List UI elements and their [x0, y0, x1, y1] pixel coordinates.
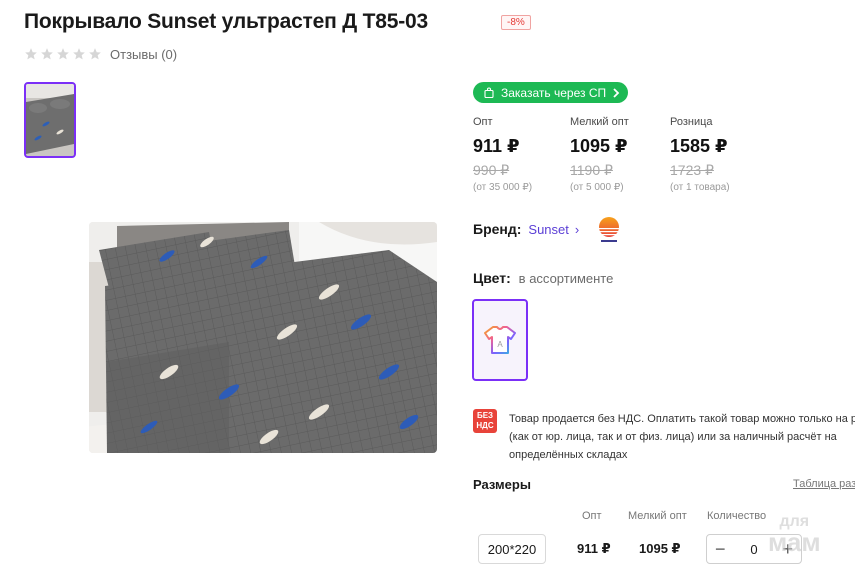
brand-link[interactable]: Sunset [528, 222, 568, 237]
price-old: 1190 ₽ [570, 162, 613, 178]
quantity-value[interactable]: 0 [750, 542, 757, 557]
bedspread-thumbnail-image [26, 84, 74, 156]
no-vat-notice: Товар продается без НДС. Оплатить такой … [509, 413, 855, 461]
color-label: Цвет: [473, 270, 511, 286]
star-icon [89, 48, 101, 60]
minus-icon[interactable]: − [715, 540, 726, 558]
price-old: 1723 ₽ [670, 162, 714, 178]
price-tier-label: Мелкий опт [570, 116, 629, 128]
brand-label: Бренд: [473, 221, 522, 237]
discount-badge: -8% [501, 15, 531, 30]
color-swatch-assorted[interactable]: A [472, 299, 528, 381]
brand-row: Бренд: Sunset › [473, 221, 579, 237]
price-old: 990 ₽ [473, 162, 510, 178]
rating-row: Отзывы (0) [24, 46, 177, 62]
chevron-right-icon[interactable]: › [575, 222, 579, 237]
price-condition: (от 35 000 ₽) [473, 182, 533, 193]
swatch-letter: A [497, 340, 503, 349]
shopping-bag-icon [484, 87, 494, 98]
star-icon [57, 48, 69, 60]
reviews-link[interactable]: Отзывы (0) [110, 47, 177, 62]
sunset-logo-icon[interactable] [597, 216, 621, 244]
star-icon [41, 48, 53, 60]
price-current: 1585 ₽ [670, 136, 728, 156]
chevron-right-icon [613, 87, 620, 98]
price-tier-label: Розница [670, 116, 713, 128]
sizes-title: Размеры [473, 477, 531, 492]
price-small-wholesale: Мелкий опт 1095 ₽ 1190 ₽ (от 5 000 ₽) [570, 116, 629, 193]
star-icon [25, 48, 37, 60]
tshirt-assorted-icon: A [484, 326, 516, 354]
column-header-wholesale: Опт [582, 510, 602, 522]
no-vat-badge-bottom: НДС [476, 421, 494, 430]
size-price-wholesale: 911 ₽ [577, 541, 611, 556]
star-icon [73, 48, 85, 60]
price-current: 911 ₽ [473, 136, 520, 156]
size-price-small-wholesale: 1095 ₽ [639, 541, 681, 556]
column-header-quantity: Количество [707, 510, 767, 522]
product-title: Покрывало Sunset ультрастеп Д Т85-03 [24, 10, 428, 33]
price-wholesale: Опт 911 ₽ 990 ₽ (от 35 000 ₽) [473, 116, 532, 193]
no-vat-badge: БЕЗ НДС [473, 409, 497, 433]
price-condition: (от 5 000 ₽) [570, 182, 624, 193]
color-row: Цвет: в ассортименте [473, 270, 613, 286]
rating-stars[interactable] [24, 47, 102, 61]
color-value: в ассортименте [518, 271, 614, 286]
price-current: 1095 ₽ [570, 136, 628, 156]
size-option[interactable]: 200*220 [478, 534, 546, 564]
watermark-logo: для мам [768, 512, 821, 555]
size-table-link[interactable]: Таблица раз [793, 478, 855, 490]
price-condition: (от 1 товара) [670, 182, 730, 193]
price-retail: Розница 1585 ₽ 1723 ₽ (от 1 товара) [670, 116, 730, 193]
product-main-image[interactable] [89, 222, 437, 453]
column-header-small-wholesale: Мелкий опт [628, 510, 687, 522]
price-tier-label: Опт [473, 116, 493, 128]
watermark-bottom: мам [768, 527, 821, 557]
no-vat-badge-top: БЕЗ [476, 411, 494, 420]
bedspread-photo [89, 222, 437, 453]
order-via-sp-button[interactable]: Заказать через СП [473, 82, 629, 103]
product-thumbnail[interactable] [24, 82, 76, 158]
order-via-sp-label: Заказать через СП [501, 85, 607, 100]
